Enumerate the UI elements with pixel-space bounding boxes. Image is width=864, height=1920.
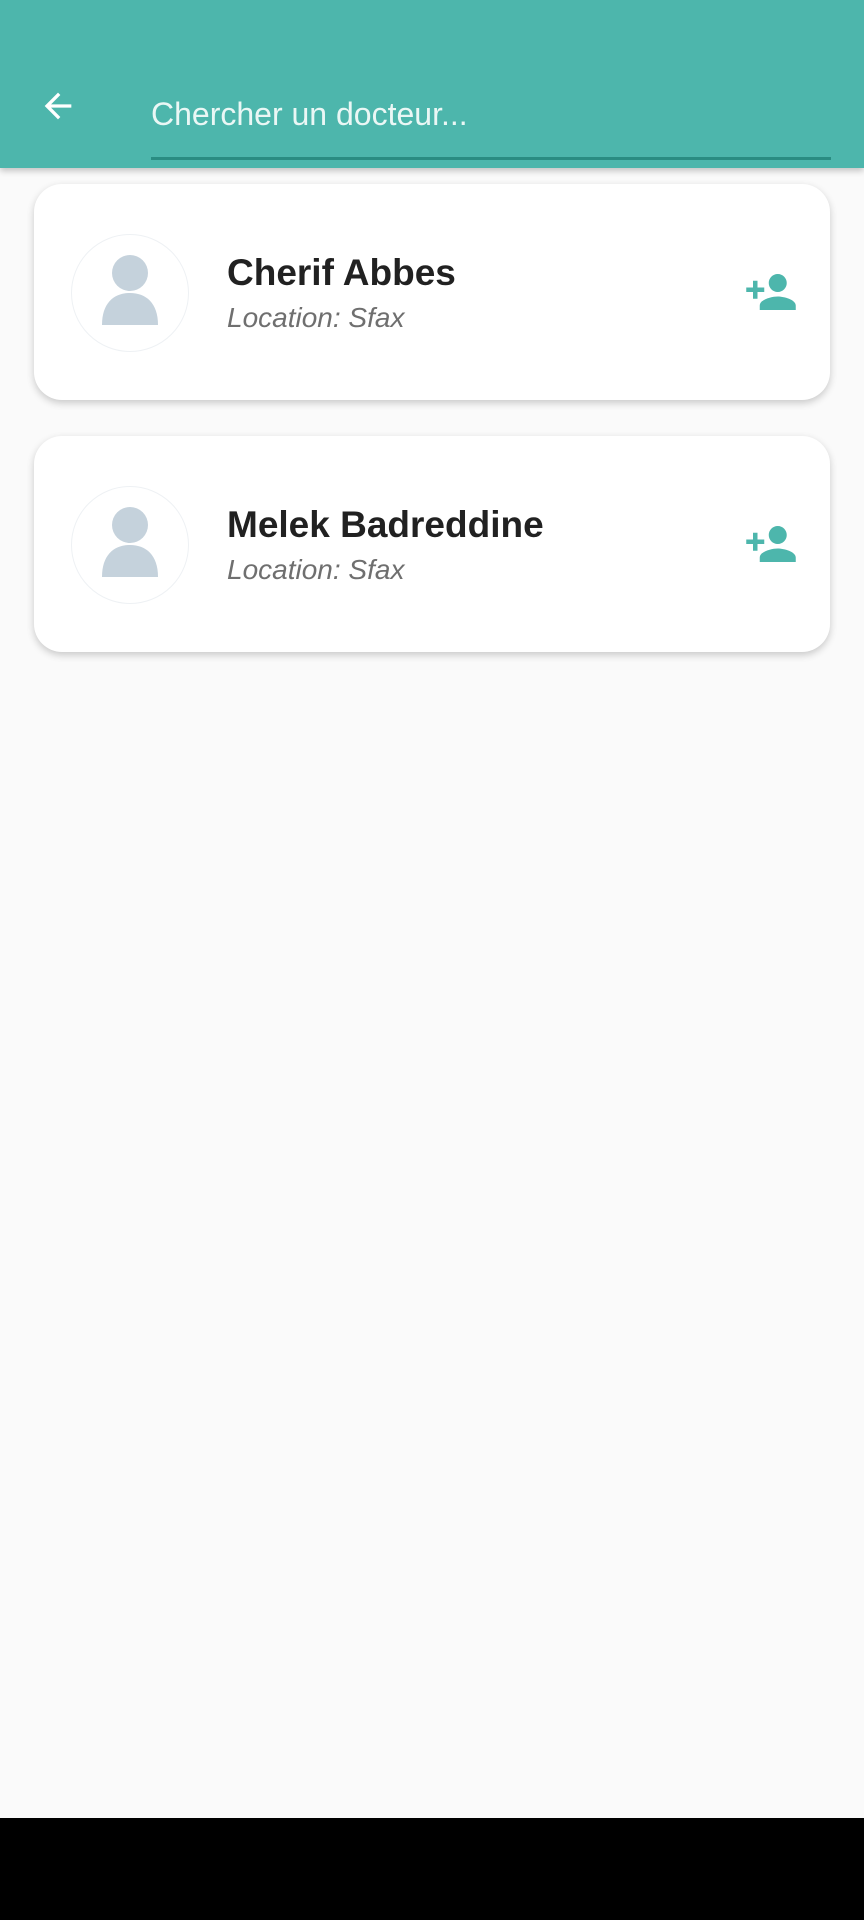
person-add-icon [746, 274, 796, 310]
app-bar [0, 0, 864, 168]
back-button[interactable] [20, 68, 96, 144]
doctor-name: Cherif Abbes [227, 252, 456, 293]
avatar [71, 486, 189, 604]
doctor-location: Location: Sfax [227, 554, 405, 585]
search-input[interactable] [151, 84, 831, 144]
add-doctor-button[interactable] [739, 262, 803, 322]
arrow-back-icon [44, 92, 72, 120]
person-placeholder-icon [102, 507, 158, 577]
avatar [71, 234, 189, 352]
person-placeholder-icon [102, 255, 158, 325]
person-add-icon [746, 526, 796, 562]
add-doctor-button[interactable] [739, 514, 803, 574]
system-navigation-bar [0, 1818, 864, 1920]
doctor-card[interactable]: Cherif Abbes Location: Sfax [34, 184, 830, 400]
doctor-location: Location: Sfax [227, 302, 405, 333]
doctor-name: Melek Badreddine [227, 504, 544, 545]
doctor-card[interactable]: Melek Badreddine Location: Sfax [34, 436, 830, 652]
doctor-list: Cherif Abbes Location: Sfax Melek Badred… [0, 168, 864, 1818]
search-field [151, 70, 831, 160]
